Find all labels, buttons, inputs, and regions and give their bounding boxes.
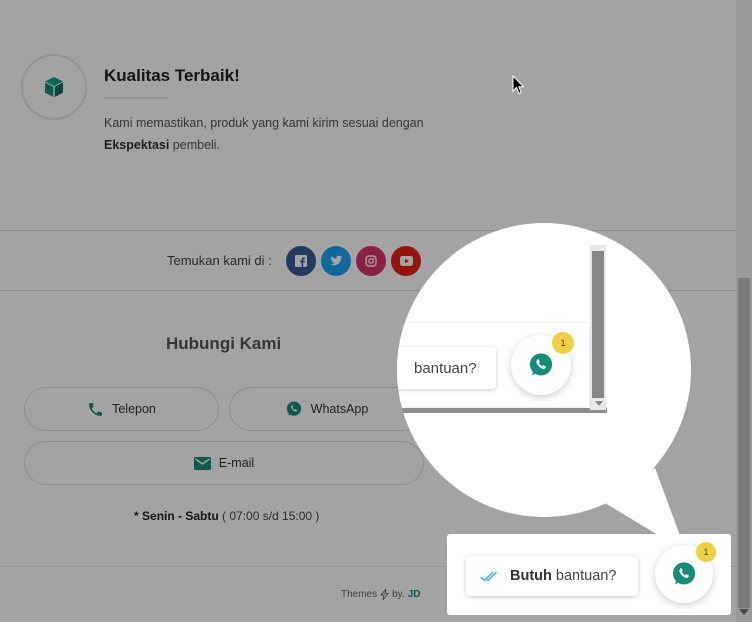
chat-prompt-rest: bantuan? [551,568,617,584]
chat-prompt-bold: Butuh [510,568,552,584]
notification-badge: 1 [696,542,716,562]
magnified-scrollbar-thumb [592,251,604,398]
mouse-cursor-icon [512,75,525,95]
magnified-scroll-arrow [595,401,603,406]
whatsapp-icon [672,562,696,585]
double-check-icon [480,571,498,582]
magnified-prompt-bubble: bantuan? [397,347,496,389]
magnifier-lens: bantuan? 1 [397,223,691,517]
whatsapp-icon [529,353,553,376]
magnified-dim-strip [397,408,607,413]
magnified-badge: 1 [552,332,574,354]
chat-prompt-text: Butuh bantuan? [510,568,616,584]
chat-prompt-bubble[interactable]: Butuh bantuan? [466,556,638,596]
